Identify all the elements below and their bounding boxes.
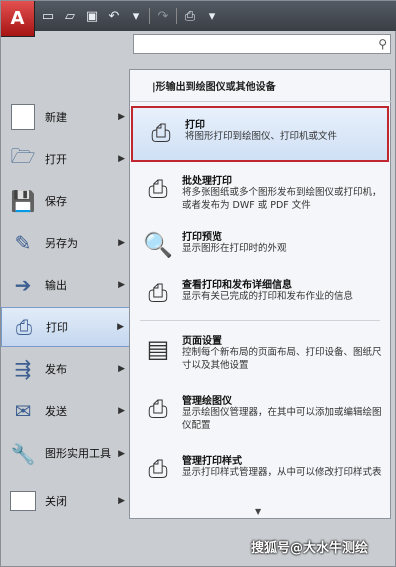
batch-plot-icon: ⎙ xyxy=(148,175,168,203)
submenu-item-title: 页面设置 xyxy=(182,336,222,347)
submenu-item-plotter-manager[interactable]: ⎙ 管理绘图仪 显示绘图仪管理器，在其中可以添加或编辑绘图仪配置 xyxy=(130,384,392,440)
plot-dropdown-icon[interactable]: ▾ xyxy=(203,7,221,25)
submenu-item-title: 管理绘图仪 xyxy=(182,396,232,407)
menu-item-label: 发送 xyxy=(45,405,67,418)
save-disk-icon: 💾 xyxy=(10,189,36,213)
plotter-manager-icon: ⎙ xyxy=(148,395,168,423)
application-window: ▭ ▱ ▣ ↶ ▾ ↷ ⎙ ▾ A ⚲ 新建 ▶ 🗁 打开 ▶ 💾 保存 ✎ 另… xyxy=(0,0,396,567)
submenu-item-description: 显示有关已完成的打印和发布作业的信息 xyxy=(182,291,354,302)
new-doc-icon xyxy=(9,104,37,130)
submenu-item-title: 批处理打印 xyxy=(182,176,232,187)
submenu-item-description: 显示打印样式管理器，从中可以修改打印样式表 xyxy=(182,467,382,478)
menu-item-save-as[interactable]: ✎ 另存为 ▶ xyxy=(1,223,131,263)
submenu-arrow-icon: ▶ xyxy=(118,112,125,122)
submenu-item-plot-details[interactable]: ⎙ 查看打印和发布详细信息 显示有关已完成的打印和发布作业的信息 xyxy=(130,268,392,324)
menu-item-send[interactable]: ✉ 发送 ▶ xyxy=(1,391,131,431)
submenu-item-description: 将多张图纸或多个图形发布到绘图仪或打印机，或者发布为 DWF 或 PDF 文件 xyxy=(182,187,382,211)
title-toolbar: ▭ ▱ ▣ ↶ ▾ ↷ ⎙ ▾ xyxy=(1,1,396,31)
export-icon: ➔ xyxy=(14,273,32,297)
submenu-arrow-icon: ▶ xyxy=(118,364,125,374)
submenu-arrow-icon: ▶ xyxy=(118,238,125,248)
menu-item-export[interactable]: ➔ 输出 ▶ xyxy=(1,265,131,305)
publish-icon: ⇶ xyxy=(14,357,32,381)
save-as-icon: ✎ xyxy=(14,231,32,255)
app-logo: A xyxy=(10,8,25,29)
submenu-item-batch-plot[interactable]: ⎙ 批处理打印 将多张图纸或多个图形发布到绘图仪或打印机，或者发布为 DWF 或… xyxy=(130,164,392,220)
submenu-item-title: 打印预览 xyxy=(182,232,222,243)
submenu-header: |形输出到绘图仪或其他设备 xyxy=(130,70,392,102)
menu-item-label: 关闭 xyxy=(45,495,67,508)
menu-item-label: 保存 xyxy=(45,195,67,208)
menu-item-label: 打开 xyxy=(45,153,67,166)
submenu-arrow-icon: ▶ xyxy=(117,322,124,332)
plot-details-icon: ⎙ xyxy=(148,279,168,307)
submenu-arrow-icon: ▶ xyxy=(118,496,125,506)
application-menu: 新建 ▶ 🗁 打开 ▶ 💾 保存 ✎ 另存为 ▶ ➔ 输出 ▶ ⎙ 打印 ▶ ⇶ xyxy=(1,93,131,543)
submenu-item-description: 将图形打印到绘图仪、打印机或文件 xyxy=(185,131,338,142)
submenu-arrow-icon: ▶ xyxy=(118,449,125,459)
submenu-divider xyxy=(140,320,380,321)
menu-item-publish[interactable]: ⇶ 发布 ▶ xyxy=(1,349,131,389)
application-menu-button[interactable]: A xyxy=(1,1,35,37)
menu-item-label: 新建 xyxy=(45,111,67,124)
redo-icon[interactable]: ↷ xyxy=(154,7,172,25)
plot-preview-icon: 🔍 xyxy=(143,231,173,259)
toolbar-separator xyxy=(176,8,177,24)
undo-dropdown-icon[interactable]: ▾ xyxy=(127,7,145,25)
utilities-icon: 🔧 xyxy=(10,442,36,466)
menu-item-label: 图形实用工具 xyxy=(45,447,111,460)
submenu-item-description: 显示绘图仪管理器，在其中可以添加或编辑绘图仪配置 xyxy=(182,407,382,431)
open-icon[interactable]: ▱ xyxy=(61,7,79,25)
menu-item-print[interactable]: ⎙ 打印 ▶ xyxy=(1,307,131,347)
printer-icon: ⎙ xyxy=(16,315,32,339)
submenu-arrow-icon: ▶ xyxy=(118,280,125,290)
close-folder-icon xyxy=(9,488,37,514)
submenu-arrow-icon: ▶ xyxy=(118,406,125,416)
menu-item-label: 打印 xyxy=(46,321,68,334)
toolbar-separator xyxy=(149,8,150,24)
search-input[interactable]: ⚲ xyxy=(133,34,391,54)
undo-icon[interactable]: ↶ xyxy=(105,7,123,25)
search-icon[interactable]: ⚲ xyxy=(378,37,387,51)
watermark: 搜狐号@大水牛测绘 xyxy=(251,541,369,556)
submenu-arrow-icon: ▶ xyxy=(118,154,125,164)
submenu-item-description: 控制每个新布局的页面布局、打印设备、图纸尺寸以及其他设置 xyxy=(182,347,382,371)
open-folder-icon: 🗁 xyxy=(10,144,36,168)
submenu-item-plot[interactable]: ⎙ 打印 将图形打印到绘图仪、打印机或文件 xyxy=(131,106,389,162)
page-setup-icon: ▤ xyxy=(146,335,170,363)
menu-item-label: 另存为 xyxy=(45,237,78,250)
save-icon[interactable]: ▣ xyxy=(83,7,101,25)
menu-item-save[interactable]: 💾 保存 xyxy=(1,181,131,221)
menu-item-label: 输出 xyxy=(45,279,67,292)
plot-icon[interactable]: ⎙ xyxy=(181,7,199,25)
menu-item-new[interactable]: 新建 ▶ xyxy=(1,97,131,137)
new-icon[interactable]: ▭ xyxy=(39,7,57,25)
submenu-item-plot-styles[interactable]: ⎙ 管理打印样式 显示打印样式管理器，从中可以修改打印样式表 xyxy=(130,444,392,500)
plot-printer-icon: ⎙ xyxy=(151,119,171,147)
send-icon: ✉ xyxy=(14,399,32,423)
submenu-item-title: 打印 xyxy=(185,120,205,131)
menu-item-label: 发布 xyxy=(45,363,67,376)
scroll-down-icon[interactable]: ▼ xyxy=(255,507,261,516)
submenu-item-description: 显示图形在打印时的外观 xyxy=(182,243,287,254)
menu-item-close[interactable]: 关闭 ▶ xyxy=(1,481,131,521)
print-submenu: |形输出到绘图仪或其他设备 ⎙ 打印 将图形打印到绘图仪、打印机或文件 ⎙ 批处… xyxy=(129,69,392,519)
quick-access-toolbar: ▭ ▱ ▣ ↶ ▾ ↷ ⎙ ▾ xyxy=(39,5,221,27)
menu-item-drawing-utilities[interactable]: 🔧 图形实用工具 ▶ xyxy=(1,433,131,475)
submenu-item-title: 查看打印和发布详细信息 xyxy=(182,280,292,291)
submenu-item-page-setup[interactable]: ▤ 页面设置 控制每个新布局的页面布局、打印设备、图纸尺寸以及其他设置 xyxy=(130,324,392,380)
plot-styles-icon: ⎙ xyxy=(148,455,168,483)
submenu-item-title: 管理打印样式 xyxy=(182,456,242,467)
menu-item-open[interactable]: 🗁 打开 ▶ xyxy=(1,139,131,179)
